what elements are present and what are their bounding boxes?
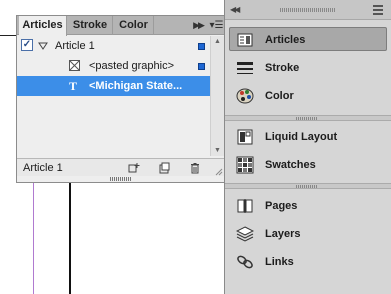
selection-marker-icon <box>198 63 205 70</box>
scroll-down-icon[interactable]: ▼ <box>214 147 221 154</box>
dock-item-label: Layers <box>265 228 301 240</box>
links-icon <box>236 253 254 271</box>
dock-item-liquid-layout[interactable]: Liquid Layout <box>229 124 387 148</box>
article-checkbox[interactable]: ✓ <box>21 39 33 51</box>
dock-item-color[interactable]: Color <box>229 83 387 107</box>
page-edge-line <box>0 35 16 36</box>
double-chevron-right-icon[interactable]: ▶▶ <box>187 16 209 35</box>
panel-dock: ◀◀ Articles Stroke Color Liquid Layout S… <box>224 0 391 294</box>
selection-marker-icon <box>198 43 205 50</box>
dock-item-pages[interactable]: Pages <box>229 193 387 217</box>
tab-articles[interactable]: Articles <box>19 16 67 36</box>
dock-item-label: Color <box>265 90 294 102</box>
dock-item-label: Swatches <box>265 159 316 171</box>
panel-tab-bar: Articles Stroke Color ▶▶ ▾☰ <box>17 16 224 36</box>
stroke-icon <box>236 59 254 77</box>
swatches-icon <box>236 156 254 174</box>
item-name: <pasted graphic> <box>89 60 175 72</box>
trash-icon[interactable] <box>189 162 201 174</box>
panel-menu-icon[interactable]: ▾☰ <box>209 16 224 35</box>
dock-item-label: Articles <box>265 34 306 46</box>
dock-item-layers[interactable]: Layers <box>229 221 387 245</box>
page-edge-line <box>69 170 71 294</box>
dock-item-label: Stroke <box>265 62 300 74</box>
panel-footer: Article 1 <box>17 158 224 176</box>
dock-grip[interactable] <box>280 8 336 12</box>
list-item[interactable]: T <Michigan State... <box>17 76 210 96</box>
tab-color[interactable]: Color <box>114 16 154 35</box>
dock-header[interactable]: ◀◀ <box>225 0 391 20</box>
layers-icon <box>235 225 255 243</box>
panel-drag-handle[interactable] <box>110 177 132 181</box>
dock-item-label: Pages <box>265 200 298 212</box>
dock-item-stroke[interactable]: Stroke <box>229 55 387 79</box>
margin-guide <box>33 170 34 294</box>
dock-item-label: Links <box>265 256 294 268</box>
articles-panel: Articles Stroke Color ▶▶ ▾☰ ✓ Article 1 … <box>16 15 225 183</box>
dock-item-swatches[interactable]: Swatches <box>229 152 387 176</box>
article-list: ✓ Article 1 <pasted graphic> T <Michigan… <box>17 36 224 156</box>
new-article-icon[interactable] <box>158 162 170 174</box>
item-name: <Michigan State... <box>89 80 183 92</box>
dock-item-links[interactable]: Links <box>229 249 387 273</box>
graphic-frame-icon <box>69 60 80 71</box>
dock-item-articles[interactable]: Articles <box>229 27 387 51</box>
add-selection-icon[interactable] <box>128 162 140 174</box>
dock-separator[interactable] <box>225 115 391 121</box>
articles-icon <box>236 31 254 49</box>
dock-separator[interactable] <box>225 183 391 189</box>
text-frame-icon: T <box>69 79 78 93</box>
collapse-dock-icon[interactable]: ◀◀ <box>230 5 240 14</box>
liquid-layout-icon <box>236 128 254 146</box>
tab-stroke[interactable]: Stroke <box>68 16 113 35</box>
dock-item-label: Liquid Layout <box>265 131 338 143</box>
palette-icon <box>236 87 254 105</box>
resize-grip-icon[interactable] <box>215 167 223 176</box>
footer-article-label: Article 1 <box>23 162 63 174</box>
pages-icon <box>236 197 254 215</box>
scroll-up-icon[interactable]: ▲ <box>214 38 221 45</box>
list-item[interactable]: <pasted graphic> <box>17 56 210 76</box>
scrollbar[interactable]: ▲ ▼ <box>210 36 224 156</box>
list-item[interactable]: ✓ Article 1 <box>17 36 210 56</box>
dock-menu-icon[interactable] <box>373 5 383 15</box>
article-name: Article 1 <box>55 40 95 52</box>
